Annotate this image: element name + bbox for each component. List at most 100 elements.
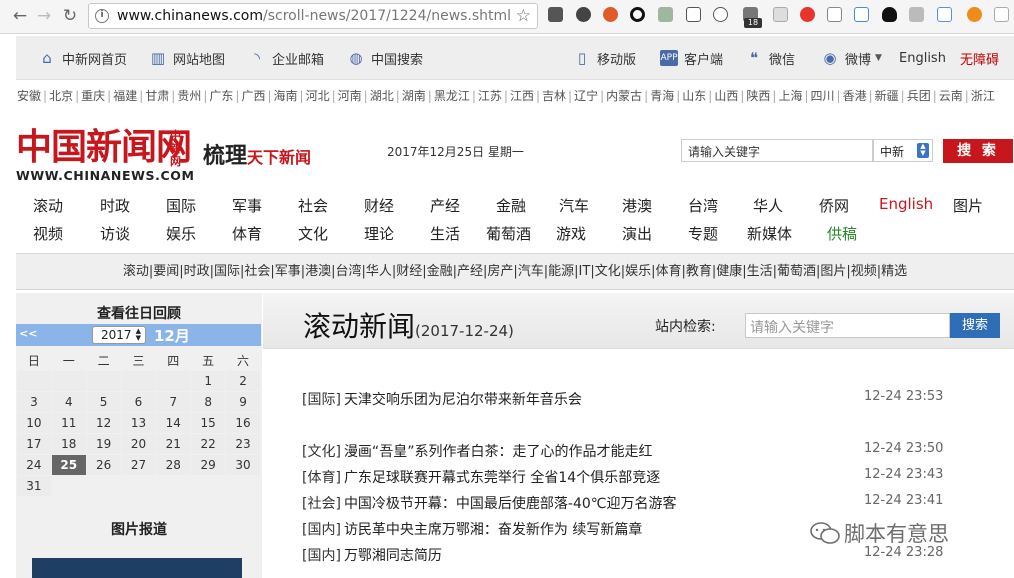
province-link[interactable]: 重庆 — [81, 89, 105, 103]
extension-icon-9[interactable] — [800, 7, 815, 22]
province-link[interactable]: 吉林 — [542, 89, 566, 103]
calendar-day[interactable]: 9 — [226, 392, 260, 412]
news-headline[interactable]: 广东足球联赛开幕式东莞举行 全省14个俱乐部竞逐 — [344, 470, 660, 486]
nav-link[interactable]: 滚动 — [33, 195, 63, 216]
nav-link[interactable]: 图片 — [953, 195, 983, 216]
news-category[interactable]: [国内] — [302, 548, 341, 564]
extension-icon-5[interactable] — [658, 7, 673, 22]
calendar-day[interactable]: 10 — [17, 413, 51, 433]
nav-link[interactable]: 葡萄酒 — [486, 223, 531, 244]
calendar-day[interactable]: 30 — [226, 455, 260, 475]
province-link[interactable]: 陕西 — [746, 89, 770, 103]
news-category[interactable]: [社会] — [302, 496, 341, 512]
shield-icon[interactable] — [773, 7, 788, 22]
calendar-day[interactable]: 3 — [17, 392, 51, 412]
news-item[interactable]: [社会] 中国冷极节开幕：中国最后使鹿部落-40℃迎万名游客 12-24 23:41 — [302, 493, 943, 513]
header-search-select[interactable]: 中新 ▲ ▼ — [873, 139, 933, 162]
news-headline[interactable]: 天津交响乐团为尼泊尔带来新年音乐会 — [344, 392, 582, 408]
province-link[interactable]: 甘肃 — [145, 89, 169, 103]
nav-link[interactable]: 访谈 — [100, 223, 130, 244]
nav-link[interactable]: 产经 — [430, 195, 460, 216]
news-headline[interactable]: 漫画“吾皇”系列作者白茶：走了心的作品才能走红 — [344, 444, 653, 460]
extension-icon-14[interactable] — [994, 7, 1009, 22]
news-category[interactable]: [国内] — [302, 522, 341, 538]
nav-link[interactable]: 军事 — [232, 195, 262, 216]
sitemap-link[interactable]: ▥ 网站地图 — [149, 36, 225, 80]
extension-icon-13[interactable] — [967, 7, 982, 22]
search-link[interactable]: ◍ 中国搜索 — [347, 36, 423, 80]
province-link[interactable]: 河南 — [338, 89, 362, 103]
calendar-day[interactable]: 5 — [86, 392, 121, 412]
calendar-day[interactable]: 22 — [191, 434, 226, 454]
province-link[interactable]: 黑龙江 — [434, 89, 470, 103]
back-button[interactable]: ← — [10, 6, 30, 26]
nav-link[interactable]: 国际 — [166, 195, 196, 216]
picture-thumbnail[interactable] — [32, 558, 242, 578]
calendar-day[interactable]: 11 — [51, 413, 86, 433]
app-link[interactable]: APP 客户端 — [660, 36, 723, 80]
extension-icon-6[interactable] — [686, 7, 701, 22]
extension-icon-7[interactable] — [713, 7, 728, 22]
nav-link[interactable]: 财经 — [364, 195, 394, 216]
province-link[interactable]: 福建 — [113, 89, 137, 103]
calendar-day[interactable]: 25 — [51, 455, 86, 475]
nav-link[interactable]: 金融 — [496, 195, 526, 216]
province-link[interactable]: 辽宁 — [574, 89, 598, 103]
province-link[interactable]: 四川 — [811, 89, 835, 103]
calendar-day[interactable]: 23 — [226, 434, 260, 454]
news-item[interactable]: [国际] 天津交响乐团为尼泊尔带来新年音乐会 12-24 23:53 — [302, 389, 943, 409]
province-link[interactable]: 江苏 — [478, 89, 502, 103]
province-link[interactable]: 贵州 — [177, 89, 201, 103]
calendar-day[interactable]: 4 — [51, 392, 86, 412]
calendar-day[interactable]: 15 — [191, 413, 226, 433]
province-link[interactable]: 云南 — [939, 89, 963, 103]
nav-link[interactable]: 侨网 — [819, 195, 849, 216]
province-link[interactable]: 浙江 — [971, 89, 995, 103]
news-item[interactable]: [国内] 万鄂湘同志简历 12-24 23:28 — [302, 545, 943, 565]
nav-link[interactable]: 理论 — [364, 223, 394, 244]
calendar-day[interactable]: 7 — [156, 392, 191, 412]
home-link[interactable]: ⌂ 中新网首页 — [38, 36, 127, 80]
province-link[interactable]: 香港 — [843, 89, 867, 103]
extension-icon-2[interactable] — [576, 7, 591, 22]
nav-link[interactable]: 新媒体 — [747, 223, 792, 244]
province-link[interactable]: 河北 — [306, 89, 330, 103]
header-search-input[interactable]: 请输入关键字 — [681, 139, 873, 162]
calendar-day[interactable]: 12 — [86, 413, 121, 433]
sub-nav[interactable]: 滚动|要闻|时政|国际|社会|军事|港澳|台湾|华人|财经|金融|产经|房产|汽… — [16, 253, 1014, 290]
calendar-day[interactable]: 31 — [17, 476, 51, 496]
nav-link[interactable]: 专题 — [688, 223, 718, 244]
calendar-prev-button[interactable]: << — [19, 327, 37, 340]
english-link[interactable]: English — [899, 36, 946, 80]
news-item[interactable]: [文化] 漫画“吾皇”系列作者白茶：走了心的作品才能走红 12-24 23:50 — [302, 441, 943, 461]
extension-icon-10[interactable] — [882, 7, 897, 22]
calendar-day[interactable]: 16 — [226, 413, 260, 433]
news-headline[interactable]: 访民革中央主席万鄂湘：奋发新作为 续写新篇章 — [344, 522, 642, 538]
nav-link[interactable]: 时政 — [100, 195, 130, 216]
nav-link[interactable]: 供稿 — [827, 223, 857, 244]
info-icon[interactable]: i — [95, 9, 109, 23]
province-link[interactable]: 湖北 — [370, 89, 394, 103]
province-link[interactable]: 山东 — [682, 89, 706, 103]
site-logo[interactable]: 中国新闻网 WWW.CHINANEWS.COM — [16, 127, 195, 183]
calendar-day[interactable]: 17 — [17, 434, 51, 454]
calendar-day[interactable]: 18 — [51, 434, 86, 454]
calendar-day[interactable]: 24 — [17, 455, 51, 475]
calendar-day[interactable]: 6 — [121, 392, 156, 412]
province-link[interactable]: 山西 — [714, 89, 738, 103]
nav-link[interactable]: 游戏 — [556, 223, 586, 244]
weibo-link[interactable]: ◉ 微博 ▼ — [821, 36, 881, 80]
province-link[interactable]: 上海 — [778, 89, 802, 103]
nav-link[interactable]: 文化 — [298, 223, 328, 244]
news-headline[interactable]: 中国冷极节开幕：中国最后使鹿部落-40℃迎万名游客 — [344, 496, 677, 512]
calendar-day[interactable]: 14 — [156, 413, 191, 433]
mail-link[interactable]: ◝ 企业邮箱 — [248, 36, 324, 80]
nav-link[interactable]: 生活 — [430, 223, 460, 244]
nav-link[interactable]: 视频 — [33, 223, 63, 244]
calendar-day[interactable]: 2 — [226, 371, 260, 391]
lock-icon[interactable] — [854, 7, 869, 22]
calendar-day[interactable]: 13 — [121, 413, 156, 433]
province-link[interactable]: 广西 — [241, 89, 265, 103]
accessible-link[interactable]: 无障碍 — [960, 36, 999, 80]
extension-icon-1[interactable] — [548, 7, 563, 22]
